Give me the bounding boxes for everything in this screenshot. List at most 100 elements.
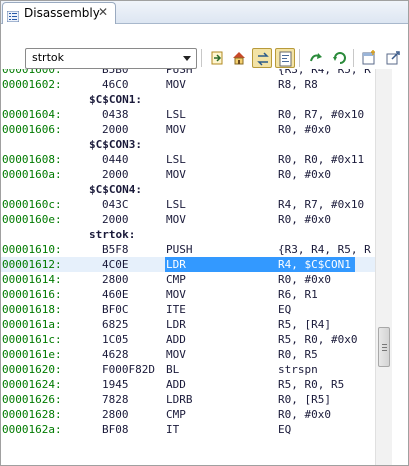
symbol-label-row[interactable]: $C$CON4: bbox=[1, 182, 375, 197]
address: 00001604: bbox=[2, 108, 62, 121]
scroll-down-arrow[interactable] bbox=[376, 449, 392, 465]
sync-with-source-button[interactable] bbox=[252, 48, 272, 68]
address-combo-value: strtok bbox=[32, 51, 64, 64]
operands: {R3, R4, R5, R bbox=[278, 69, 371, 76]
operands: R0, #0x0 bbox=[278, 408, 331, 421]
mnemonic: MOV bbox=[166, 78, 186, 91]
toggle-source-button[interactable] bbox=[275, 48, 295, 68]
operands: R8, R8 bbox=[278, 78, 318, 91]
instruction-row[interactable]: 00001612: 4C0E LDR R4, $C$CON1 bbox=[1, 257, 375, 272]
instruction-row[interactable]: 00001626: 7828 LDRB R0, [R5] bbox=[1, 392, 375, 407]
scroll-up-arrow[interactable] bbox=[376, 69, 392, 85]
new-view-button[interactable] bbox=[359, 48, 379, 68]
operands: R0, [R5] bbox=[278, 393, 331, 406]
symbol-label-row[interactable]: strtok: bbox=[1, 227, 375, 242]
opcode-bytes: 1C05 bbox=[102, 333, 129, 346]
instruction-row[interactable]: 00001618: BF0C ITE EQ bbox=[1, 302, 375, 317]
mnemonic: MOV bbox=[166, 123, 186, 136]
mnemonic: IT bbox=[166, 423, 180, 436]
mnemonic: LSL bbox=[166, 198, 186, 211]
scrollbar-thumb[interactable] bbox=[378, 327, 390, 367]
opcode-bytes: 460E bbox=[102, 288, 129, 301]
symbol-label: $C$CON3: bbox=[89, 138, 142, 151]
instruction-row[interactable]: 00001624: 1945 ADD R5, R0, R5 bbox=[1, 377, 375, 392]
opcode-bytes: 0438 bbox=[102, 108, 129, 121]
operands: {R3, R4, R5, R bbox=[278, 243, 371, 256]
view-menu-button[interactable] bbox=[383, 48, 403, 68]
disassembly-view-icon bbox=[6, 7, 20, 23]
address: 00001602: bbox=[2, 78, 62, 91]
address: 00001614: bbox=[2, 273, 62, 286]
instruction-row[interactable]: 0000161c: 1C05 ADD R5, R0, #0x0 bbox=[1, 332, 375, 347]
close-icon[interactable]: ✕ bbox=[98, 5, 108, 19]
mnemonic: MOV bbox=[166, 288, 186, 301]
mnemonic: ITE bbox=[166, 303, 186, 316]
opcode-bytes: 2800 bbox=[102, 408, 129, 421]
mnemonic: LSL bbox=[166, 153, 186, 166]
instruction-row[interactable]: 00001606: 2000 MOV R0, #0x0 bbox=[1, 122, 375, 137]
mnemonic: CMP bbox=[166, 408, 186, 421]
step-into-button[interactable] bbox=[307, 48, 327, 68]
symbol-label: $C$CON4: bbox=[89, 183, 142, 196]
home-button[interactable] bbox=[229, 48, 249, 68]
operands: R4, $C$CON1 bbox=[278, 258, 351, 271]
instruction-row[interactable]: 00001614: 2800 CMP R0, #0x0 bbox=[1, 272, 375, 287]
grip-line bbox=[382, 344, 387, 345]
instruction-row[interactable]: 0000160c: 043C LSL R4, R7, #0x10 bbox=[1, 197, 375, 212]
new-view-icon bbox=[362, 50, 375, 65]
instruction-row[interactable]: 00001616: 460E MOV R6, R1 bbox=[1, 287, 375, 302]
opcode-bytes: F000F82D bbox=[102, 363, 155, 376]
instruction-row[interactable]: 00001604: 0438 LSL R0, R7, #0x10 bbox=[1, 107, 375, 122]
operands: R0, R5 bbox=[278, 348, 318, 361]
address: 0000160c: bbox=[2, 198, 62, 211]
operands: EQ bbox=[278, 303, 292, 316]
vertical-scrollbar[interactable] bbox=[375, 69, 392, 465]
tab-title: Disassembly bbox=[24, 6, 100, 20]
opcode-bytes: 7828 bbox=[102, 393, 129, 406]
operands: R0, R0, #0x11 bbox=[278, 153, 365, 166]
mnemonic: LDR bbox=[166, 258, 186, 271]
symbol-label-row[interactable]: $C$CON3: bbox=[1, 137, 375, 152]
disassembly-listing[interactable]: 00001600: B5B0 PUSH {R3, R4, R5, R 00001602:… bbox=[1, 69, 375, 465]
mnemonic: LDRB bbox=[166, 393, 193, 406]
instruction-row[interactable]: 00001600: B5B0 PUSH {R3, R4, R5, R bbox=[1, 69, 375, 77]
address: 0000160e: bbox=[2, 213, 62, 226]
instruction-row[interactable]: 0000162a: BF08 IT EQ bbox=[1, 422, 375, 437]
address: 0000161e: bbox=[2, 348, 62, 361]
sync-with-source-icon bbox=[257, 52, 269, 66]
address-combo[interactable]: strtok bbox=[25, 48, 197, 69]
opcode-bytes: 2000 bbox=[102, 213, 129, 226]
opcode-bytes: B5B0 bbox=[102, 69, 129, 76]
chevron-down-icon[interactable] bbox=[183, 56, 191, 61]
opcode-bytes: 6825 bbox=[102, 318, 129, 331]
operands: strspn bbox=[278, 363, 318, 376]
instruction-row[interactable]: 00001620: F000F82D BL strspn bbox=[1, 362, 375, 377]
toolbar-separator bbox=[299, 49, 300, 67]
address: 00001612: bbox=[2, 258, 62, 271]
instruction-row[interactable]: 0000161a: 6825 LDR R5, [R4] bbox=[1, 317, 375, 332]
mnemonic: LDR bbox=[166, 318, 186, 331]
mnemonic: LSL bbox=[166, 108, 186, 121]
address: 00001610: bbox=[2, 243, 62, 256]
symbol-label-row[interactable]: $C$CON1: bbox=[1, 92, 375, 107]
mnemonic: BL bbox=[166, 363, 180, 376]
refresh-button[interactable] bbox=[330, 48, 350, 68]
instruction-row[interactable]: 00001628: 2800 CMP R0, #0x0 bbox=[1, 407, 375, 422]
instruction-row[interactable]: 00001608: 0440 LSL R0, R0, #0x11 bbox=[1, 152, 375, 167]
operands: R0, #0x0 bbox=[278, 123, 331, 136]
disassembly-view: Disassembly ✕ strtok 00001600: B5B0 PUSH… bbox=[0, 0, 409, 466]
opcode-bytes: 46C0 bbox=[102, 78, 129, 91]
operands: R5, R0, #0x0 bbox=[278, 333, 358, 346]
goto-address-button[interactable] bbox=[207, 48, 227, 68]
tab-disassembly[interactable]: Disassembly ✕ bbox=[2, 2, 116, 24]
instruction-row[interactable]: 00001602: 46C0 MOV R8, R8 bbox=[1, 77, 375, 92]
text-selection[interactable]: LDR R4, $C$CON1 bbox=[165, 257, 355, 272]
instruction-row[interactable]: 00001610: B5F8 PUSH {R3, R4, R5, R bbox=[1, 242, 375, 257]
address: 0000160a: bbox=[2, 168, 62, 181]
toggle-source-icon bbox=[279, 51, 292, 67]
operands: R0, #0x0 bbox=[278, 168, 331, 181]
instruction-row[interactable]: 0000160a: 2000 MOV R0, #0x0 bbox=[1, 167, 375, 182]
instruction-row[interactable]: 0000161e: 4628 MOV R0, R5 bbox=[1, 347, 375, 362]
instruction-row[interactable]: 0000160e: 2000 MOV R0, #0x0 bbox=[1, 212, 375, 227]
mnemonic: PUSH bbox=[166, 69, 193, 76]
